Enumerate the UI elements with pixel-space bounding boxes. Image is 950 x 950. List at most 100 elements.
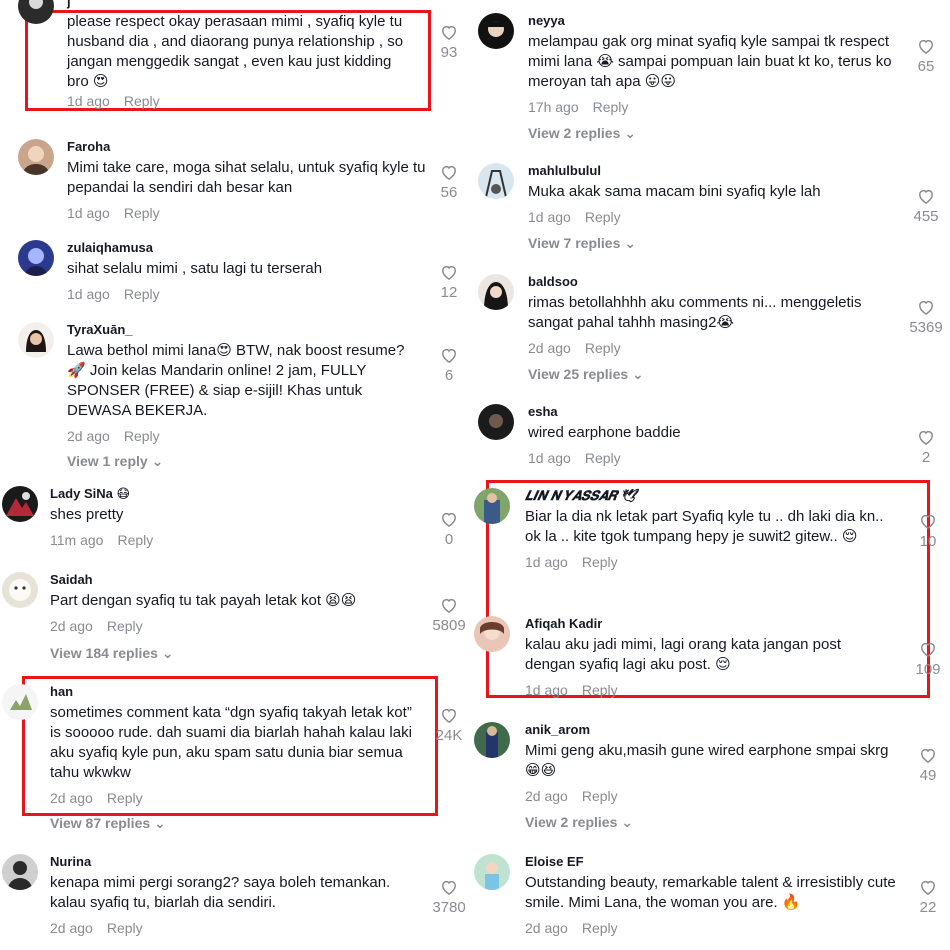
view-replies-link[interactable]: View 87 replies ⌄ — [50, 814, 420, 832]
like-button[interactable]: 93 — [427, 22, 471, 62]
like-button[interactable]: 56 — [427, 162, 471, 202]
comment-text: Mimi take care, moga sihat selalu, untuk… — [67, 159, 426, 196]
view-replies-link[interactable]: View 2 replies ⌄ — [528, 124, 908, 142]
reply-button[interactable]: Reply — [593, 99, 629, 115]
comment-username[interactable]: Eloise EF — [525, 854, 910, 870]
reply-button[interactable]: Reply — [124, 286, 160, 302]
like-button[interactable]: 12 — [427, 262, 471, 302]
comment-time: 2d ago — [525, 920, 568, 936]
like-button[interactable]: 455 — [904, 186, 948, 226]
avatar[interactable] — [478, 163, 514, 199]
heart-icon — [920, 642, 936, 657]
comment-username[interactable]: TyraXuān_ — [67, 322, 427, 338]
comment-username[interactable]: esha — [528, 404, 898, 420]
avatar[interactable] — [474, 488, 510, 524]
avatar[interactable] — [2, 486, 38, 522]
comment-username[interactable]: Lady SiNa 😷 — [50, 486, 410, 502]
comment-username[interactable]: 𝑳𝑰𝑵 𝑵 𝒀𝑨𝑺𝑺𝑨𝑹 🕊 — [525, 488, 895, 504]
like-count: 5809 — [432, 617, 466, 634]
view-replies-link[interactable]: View 1 reply ⌄ — [67, 452, 427, 470]
comment-username[interactable]: anik_arom — [525, 722, 895, 738]
like-count: 56 — [440, 184, 458, 201]
comment-meta: 2d ago Reply — [67, 427, 427, 445]
like-button[interactable]: 49 — [906, 745, 950, 785]
avatar[interactable] — [478, 404, 514, 440]
like-button[interactable]: 10 — [906, 511, 950, 551]
like-button[interactable]: 0 — [427, 509, 471, 549]
avatar[interactable] — [478, 13, 514, 49]
comment-text: sihat selalu mimi , satu lagi tu tersera… — [67, 260, 323, 277]
reply-button[interactable]: Reply — [124, 205, 160, 221]
like-button[interactable]: 3780 — [427, 877, 471, 917]
like-button[interactable]: 24K — [427, 705, 471, 745]
comment-text: Part dengan syafiq tu tak payah letak ko… — [50, 592, 357, 609]
reply-button[interactable]: Reply — [582, 920, 618, 936]
comment-text: rimas betollahhhh aku comments ni... men… — [528, 294, 862, 331]
comment-meta: 1d ago Reply — [67, 285, 447, 303]
comment-username[interactable]: Faroha — [67, 139, 447, 155]
like-button[interactable]: 6 — [427, 345, 471, 385]
comment-meta: 2d ago Reply — [525, 787, 895, 805]
reply-button[interactable]: Reply — [582, 554, 618, 570]
like-count: 93 — [440, 44, 458, 61]
reply-button[interactable]: Reply — [107, 920, 143, 936]
avatar[interactable] — [474, 854, 510, 890]
comment-time: 1d ago — [67, 205, 110, 221]
view-replies-link[interactable]: View 2 replies ⌄ — [525, 813, 895, 831]
avatar[interactable] — [18, 0, 54, 24]
comment-username[interactable]: Nurina — [50, 854, 420, 870]
comment-meta: 1d ago Reply — [67, 204, 447, 222]
comment-time: 1d ago — [67, 286, 110, 302]
reply-button[interactable]: Reply — [117, 532, 153, 548]
reply-button[interactable]: Reply — [582, 682, 618, 698]
comment-username[interactable]: zulaiqhamusa — [67, 240, 447, 256]
comment-meta: 1d ago Reply — [67, 92, 417, 110]
view-replies-link[interactable]: View 25 replies ⌄ — [528, 365, 898, 383]
avatar[interactable] — [478, 274, 514, 310]
comment-time: 1d ago — [528, 450, 571, 466]
like-button[interactable]: 5369 — [904, 297, 948, 337]
comment-username[interactable]: neyya — [528, 13, 908, 29]
avatar[interactable] — [474, 722, 510, 758]
comment-meta: 2d ago Reply — [525, 919, 910, 937]
comment-time: 1d ago — [67, 93, 110, 109]
like-button[interactable]: 5809 — [427, 595, 471, 635]
comment-meta: 2d ago Reply — [50, 919, 420, 937]
comment-time: 2d ago — [67, 428, 110, 444]
comment-username[interactable]: j — [67, 0, 417, 10]
reply-button[interactable]: Reply — [124, 428, 160, 444]
heart-icon — [441, 512, 457, 527]
avatar[interactable] — [2, 572, 38, 608]
comment-text: Muka akak sama macam bini syafiq kyle la… — [528, 183, 821, 200]
reply-button[interactable]: Reply — [107, 618, 143, 634]
like-button[interactable]: 65 — [904, 36, 948, 76]
like-button[interactable]: 22 — [906, 877, 950, 917]
like-button[interactable]: 2 — [904, 427, 948, 467]
reply-button[interactable]: Reply — [585, 209, 621, 225]
comment-username[interactable]: Afiqah Kadir — [525, 616, 895, 632]
like-count: 455 — [913, 208, 939, 225]
reply-button[interactable]: Reply — [107, 790, 143, 806]
comment-username[interactable]: mahlulbulul — [528, 163, 908, 179]
avatar[interactable] — [18, 240, 54, 276]
like-button[interactable]: 109 — [906, 639, 950, 679]
reply-button[interactable]: Reply — [585, 340, 621, 356]
comment-username[interactable]: han — [50, 684, 420, 700]
reply-button[interactable]: Reply — [585, 450, 621, 466]
reply-button[interactable]: Reply — [582, 788, 618, 804]
avatar[interactable] — [474, 616, 510, 652]
comment-username[interactable]: baldsoo — [528, 274, 898, 290]
comment-time: 2d ago — [50, 790, 93, 806]
avatar[interactable] — [2, 684, 38, 720]
comment-text: Outstanding beauty, remarkable talent & … — [525, 874, 896, 911]
view-replies-link[interactable]: View 184 replies ⌄ — [50, 644, 420, 662]
like-count: 2 — [921, 449, 931, 466]
comment-username[interactable]: Saidah — [50, 572, 420, 588]
view-replies-link[interactable]: View 7 replies ⌄ — [528, 234, 908, 252]
reply-button[interactable]: Reply — [124, 93, 160, 109]
avatar[interactable] — [2, 854, 38, 890]
heart-icon — [441, 880, 457, 895]
avatar[interactable] — [18, 139, 54, 175]
comment-meta: 17h ago Reply — [528, 98, 908, 116]
avatar[interactable] — [18, 322, 54, 358]
